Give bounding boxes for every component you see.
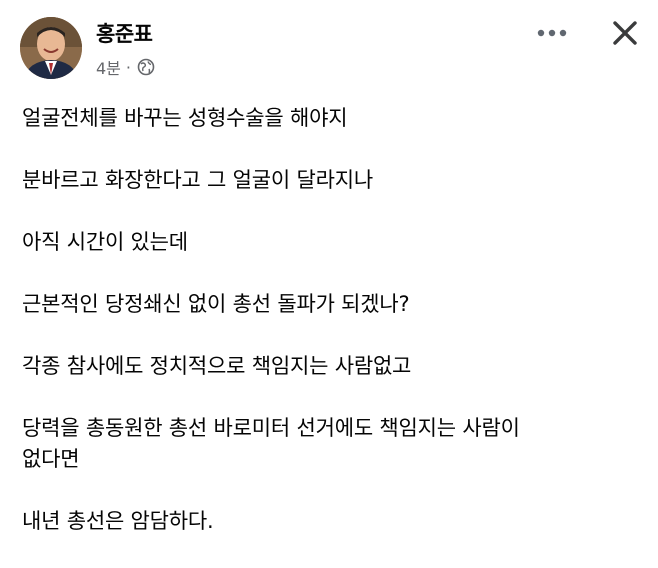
post-text-line: 분바르고 화장한다고 그 얼굴이 달라지나	[22, 168, 373, 192]
globe-icon[interactable]	[137, 58, 155, 76]
more-options-button[interactable]	[532, 18, 572, 48]
post-text-line: 당력을 총동원한 총선 바로미터 선거에도 책임지는 사람이	[22, 416, 520, 440]
author-name[interactable]: 홍준표	[96, 18, 153, 48]
post-header: 홍준표 4분 ·	[0, 0, 658, 90]
close-button[interactable]	[604, 12, 646, 54]
avatar-photo	[20, 17, 82, 79]
post-body: 얼굴전체를 바꾸는 성형수술을 해야지 분바르고 화장한다고 그 얼굴이 달라지…	[22, 103, 642, 568]
post-timestamp[interactable]: 4분	[96, 55, 121, 79]
post-text-line: 없다면	[22, 447, 80, 471]
post-text-line: 아직 시간이 있는데	[22, 230, 188, 254]
more-horizontal-icon	[537, 29, 567, 37]
post-text-line: 얼굴전체를 바꾸는 성형수술을 해야지	[22, 106, 348, 130]
close-icon	[613, 21, 637, 45]
post-text-line: 각종 참사에도 정치적으로 책임지는 사람없고	[22, 354, 412, 378]
post-text-line: 내년 총선은 암담하다.	[22, 509, 214, 533]
avatar[interactable]	[20, 17, 82, 79]
post-meta: 4분 ·	[96, 56, 155, 78]
post-text-line: 근본적인 당정쇄신 없이 총선 돌파가 되겠나?	[22, 292, 410, 316]
meta-separator: ·	[125, 57, 131, 77]
